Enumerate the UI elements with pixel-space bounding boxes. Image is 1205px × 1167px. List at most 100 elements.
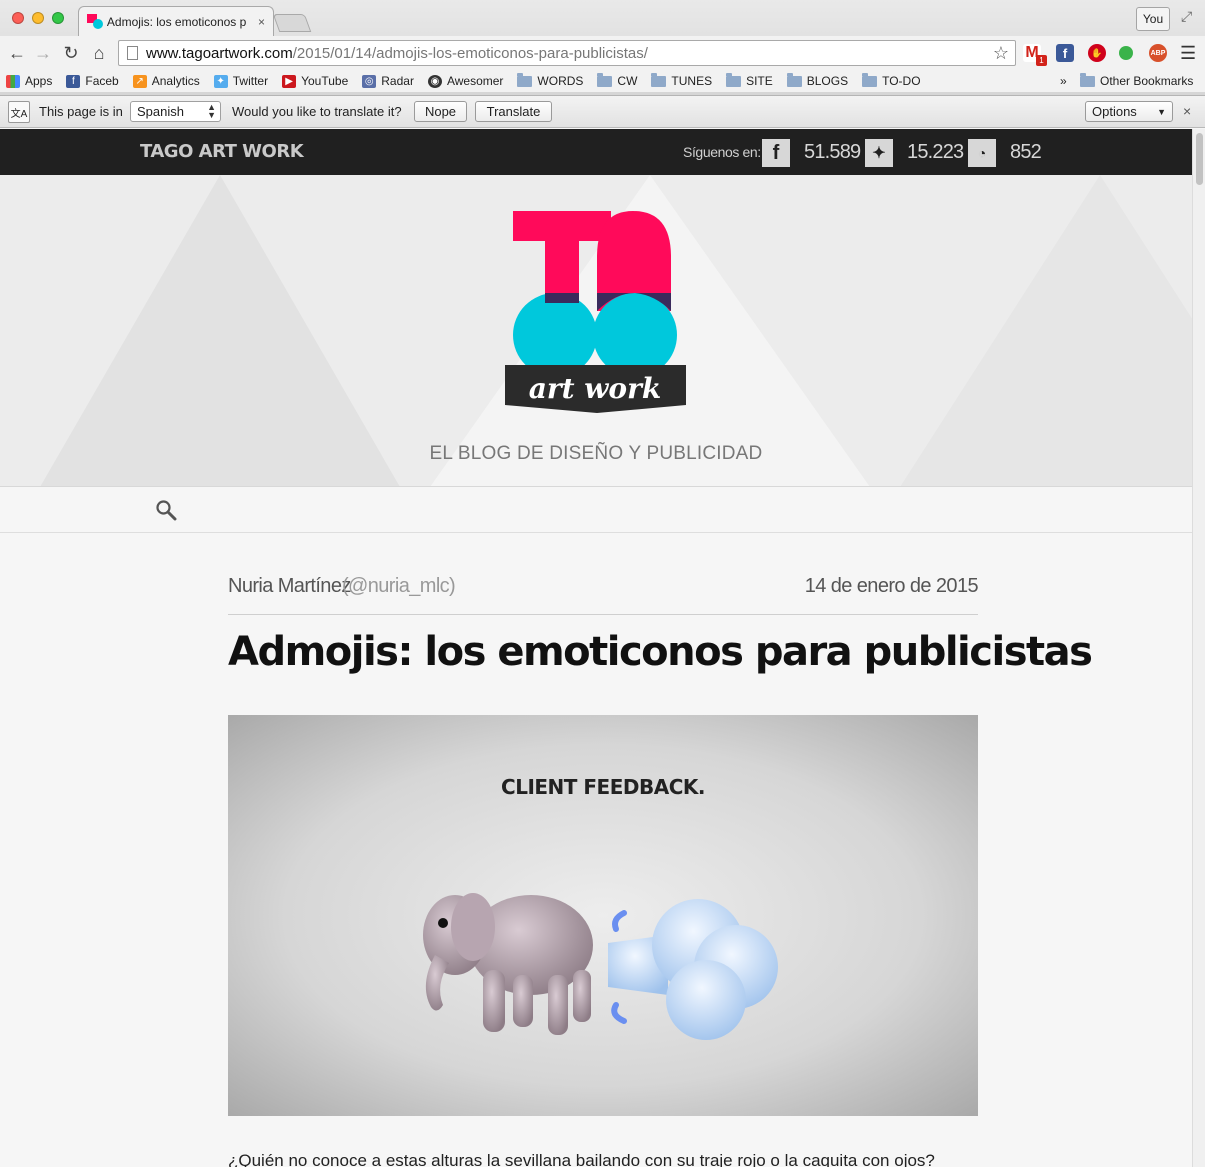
browser-chrome: Admojis: los emoticonos p × You ⤢ ← → ↻ … (0, 0, 1205, 96)
bookmark-folder-todo[interactable]: TO-DO (862, 72, 921, 88)
reload-icon[interactable]: ↻ (60, 42, 82, 64)
home-icon[interactable]: ⌂ (88, 42, 110, 64)
back-arrow-icon[interactable]: ← (6, 42, 28, 64)
gmail-badge: 1 (1036, 55, 1047, 66)
tab-close-icon[interactable]: × (258, 15, 265, 29)
facebook-icon[interactable]: f (762, 139, 790, 167)
bookmark-folder-cw[interactable]: CW (597, 72, 637, 88)
article-hero-image: CLIENT FEEDBACK. (228, 715, 978, 1116)
folder-icon (651, 72, 667, 87)
folder-icon (1080, 72, 1095, 87)
rss-icon[interactable]: ◔ (968, 139, 996, 167)
follow-label: Síguenos en: (683, 144, 761, 160)
bookmark-folder-blogs[interactable]: BLOGS (786, 72, 849, 88)
youtube-icon: ▶ (282, 74, 297, 88)
bookmark-awesomer[interactable]: ◉ Awesomer (427, 74, 504, 88)
menu-icon[interactable]: ☰ (1180, 43, 1196, 64)
address-bar[interactable]: www.tagoartwork.com/2015/01/14/admojis-l… (118, 40, 1016, 66)
bookmark-youtube[interactable]: ▶ YouTube (282, 74, 348, 88)
search-icon[interactable] (155, 499, 177, 521)
site-top-bar: TAGO ART WORK Síguenos en: f 51.589 ✦ 15… (0, 129, 1192, 175)
page-icon (127, 46, 138, 60)
translate-page-is-in-label: This page is in (39, 104, 123, 119)
bookmark-label: Analytics (151, 74, 200, 88)
folder-icon (726, 72, 742, 87)
tago-favicon-icon (87, 13, 103, 30)
close-window-button[interactable] (12, 12, 24, 24)
bookmark-label: Faceb (85, 74, 119, 88)
nope-button[interactable]: Nope (414, 101, 467, 122)
bookmark-label: BLOGS (806, 74, 849, 88)
site-name-link[interactable]: TAGO ART WORK (140, 141, 304, 162)
minimize-window-button[interactable] (32, 12, 44, 24)
twitter-bird-icon[interactable]: ✦ (865, 139, 893, 167)
language-select[interactable]: Spanish ▲ ▼ (130, 101, 221, 122)
article-title: Admojis: los emoticonos para publicistas (228, 629, 1093, 675)
tab-title: Admojis: los emoticonos p (106, 14, 247, 29)
tab-strip: Admojis: los emoticonos p × You ⤢ (0, 0, 1205, 36)
zoom-window-button[interactable] (52, 12, 64, 24)
forward-arrow-icon[interactable]: → (32, 42, 54, 64)
bookmark-facebook[interactable]: f Faceb (66, 74, 119, 88)
bookmarks-bar: Apps f Faceb ↗ Analytics ✦ Twitter ▶ You… (0, 70, 1205, 92)
analytics-icon: ↗ (132, 74, 147, 88)
apps-grid-icon (6, 74, 20, 88)
site-header: art work EL BLOG DE DISEÑO Y PUBLICIDAD (0, 175, 1192, 487)
bookmark-other[interactable]: Other Bookmarks (1080, 72, 1193, 88)
bookmark-analytics[interactable]: ↗ Analytics (132, 74, 200, 88)
tago-logo[interactable]: art work (505, 207, 690, 417)
stop-extension-icon[interactable]: ✋ (1088, 44, 1106, 62)
article-date: 14 de enero de 2015 (804, 575, 979, 597)
translate-button[interactable]: Translate (475, 101, 552, 122)
dash-cloud-emoji-icon (608, 899, 778, 1040)
bookmark-folder-words[interactable]: WORDS (517, 72, 584, 88)
author-link[interactable]: Nuria Martínez (228, 575, 351, 598)
folder-icon (786, 72, 802, 87)
bookmark-label: YouTube (301, 74, 349, 88)
page-scrollbar[interactable] (1192, 129, 1205, 1167)
scrollbar-thumb[interactable] (1196, 133, 1203, 185)
options-button[interactable]: Options ▼ (1085, 101, 1173, 122)
folder-icon (597, 72, 613, 87)
folder-icon (517, 72, 533, 87)
image-caption-text: CLIENT FEEDBACK. (501, 775, 705, 799)
author-handle-link[interactable]: (@nuria_mlc) (342, 575, 456, 598)
bookmark-label: Awesomer (446, 74, 504, 88)
bookmark-folder-site[interactable]: SITE (726, 72, 773, 88)
bookmark-label: WORDS (537, 74, 584, 88)
bookmark-label: TUNES (671, 74, 713, 88)
bookmark-label: Apps (25, 74, 53, 88)
twitter-count: 15.223 (907, 141, 964, 163)
bookmark-label: Radar (381, 74, 414, 88)
options-label: Options (1092, 104, 1137, 119)
bookmark-label: Twitter (232, 74, 269, 88)
translate-question: Would you like to translate it? (232, 104, 402, 119)
tab-active[interactable]: Admojis: los emoticonos p × (78, 6, 274, 36)
bookmark-label: SITE (746, 74, 773, 88)
select-arrows-icon: ▲ ▼ (207, 102, 216, 120)
search-bar (0, 487, 1192, 533)
new-tab-button[interactable] (272, 14, 312, 32)
bookmark-twitter[interactable]: ✦ Twitter (213, 74, 269, 88)
facebook-extension-icon[interactable]: f (1056, 44, 1074, 62)
more-bookmarks-chevron-icon[interactable]: » (1060, 74, 1067, 88)
bookmark-apps[interactable]: Apps (6, 74, 52, 88)
bookmark-folder-tunes[interactable]: TUNES (651, 72, 713, 88)
awesomer-icon: ◉ (427, 74, 442, 88)
facebook-icon: f (66, 74, 81, 88)
rss-count: 852 (1010, 141, 1042, 163)
fullscreen-icon[interactable]: ⤢ (1181, 8, 1192, 25)
bookmark-radar[interactable]: ◎ Radar (362, 74, 414, 88)
profile-button[interactable]: You (1136, 7, 1170, 31)
translate-icon: 文A (8, 101, 30, 123)
article-meta: Nuria Martínez (@nuria_mlc) 14 de enero … (228, 571, 979, 615)
bookmark-star-icon[interactable]: ☆ (993, 43, 1009, 64)
evernote-extension-icon[interactable] (1119, 46, 1133, 60)
close-infobar-icon[interactable]: × (1183, 103, 1191, 119)
twitter-bird-icon: ✦ (213, 74, 228, 88)
adblock-icon[interactable]: ABP (1149, 44, 1167, 62)
web-page: TAGO ART WORK Síguenos en: f 51.589 ✦ 15… (0, 129, 1192, 1167)
caret-down-icon: ▼ (1157, 106, 1166, 117)
site-tagline: EL BLOG DE DISEÑO Y PUBLICIDAD (429, 443, 763, 464)
language-select-value: Spanish (137, 104, 184, 119)
